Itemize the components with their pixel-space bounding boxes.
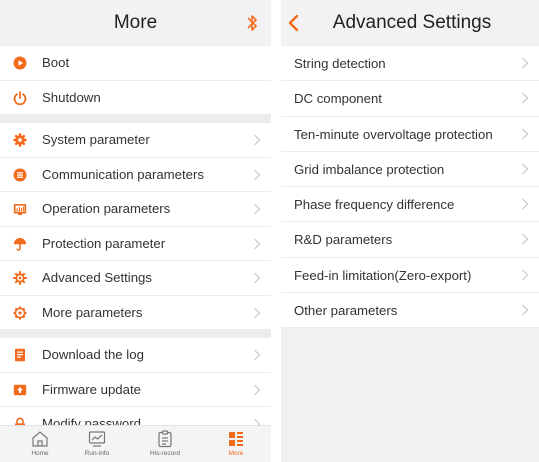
setting-item-r-d-parameters[interactable]: R&D parameters (281, 222, 539, 258)
chevron-right-icon (522, 163, 529, 175)
power-on-icon (13, 56, 27, 70)
chevron-right-icon (254, 238, 261, 249)
setting-item-label: Ten-minute overvoltage protection (294, 126, 493, 142)
chevron-right-icon (254, 349, 261, 361)
chevron-right-icon (254, 134, 261, 146)
tab-label: His-record (150, 450, 180, 457)
chevron-right-icon (254, 169, 261, 180)
more-title: More (113, 12, 158, 33)
clipboard-icon (158, 430, 172, 448)
menu-item-label: Boot (42, 55, 70, 70)
setting-item-label: Feed-in limitation(Zero-export) (294, 267, 472, 283)
chevron-right-icon (522, 128, 529, 140)
menu-item-label: Firmware update (42, 381, 141, 397)
more-header: More (0, 0, 271, 46)
chevron-right-icon (522, 304, 529, 316)
chevron-right-icon (254, 203, 261, 215)
more-menu-list: Boot Shutdown System parameter Communicatio… (0, 46, 271, 442)
firmware-icon (13, 384, 27, 395)
menu-item-communication-parameters[interactable]: Communication parameters (0, 157, 271, 192)
tab-home[interactable]: Home (18, 429, 62, 461)
tab-his-record[interactable]: His-record (143, 429, 187, 461)
umbrella-icon (13, 237, 27, 251)
setting-item-other-parameters[interactable]: Other parameters (281, 293, 539, 329)
menu-item-label: Operation parameters (42, 201, 171, 216)
chevron-right-icon (522, 198, 529, 210)
bottom-tab-bar: Home Run-info His-record More (0, 425, 271, 462)
setting-item-phase-frequency-difference[interactable]: Phase frequency difference (281, 187, 539, 223)
menu-item-operation-parameters[interactable]: Operation parameters (0, 192, 271, 227)
setting-item-label: Grid imbalance protection (294, 161, 445, 177)
tab-label: More (228, 450, 244, 457)
setting-item-label: DC component (294, 91, 382, 107)
menu-item-label: Download the log (42, 347, 144, 362)
setting-item-grid-imbalance-protection[interactable]: Grid imbalance protection (281, 151, 539, 188)
tab-more[interactable]: More (214, 429, 258, 461)
more-screen: More Boot Shutdown System parameter Communi… (0, 0, 271, 462)
menu-item-boot[interactable]: Boot (0, 46, 271, 81)
gear-outline-icon (13, 306, 27, 319)
chevron-right-icon (254, 307, 261, 318)
gear-icon (13, 133, 27, 147)
section-divider (0, 115, 271, 123)
setting-item-feed-in-limitation-zero-export[interactable]: Feed-in limitation(Zero-export) (281, 257, 539, 294)
advanced-title: Advanced Settings (332, 12, 492, 33)
menu-item-advanced-settings[interactable]: Advanced Settings (0, 261, 271, 296)
menu-item-firmware-update[interactable]: Firmware update (0, 372, 271, 407)
power-off-icon (13, 90, 27, 105)
chevron-right-icon (522, 269, 529, 281)
communication-icon (13, 168, 27, 181)
setting-item-label: Other parameters (294, 303, 398, 319)
menu-item-label: Advanced Settings (42, 270, 152, 285)
menu-item-protection-parameter[interactable]: Protection parameter (0, 226, 271, 261)
menu-item-label: Shutdown (42, 89, 101, 105)
tab-run-info[interactable]: Run-info (75, 429, 119, 461)
menu-item-label: More parameters (42, 304, 143, 320)
setting-item-label: String detection (294, 56, 386, 71)
advanced-settings-list: String detection DC component Ten-minute o… (281, 46, 539, 329)
setting-item-label: R&D parameters (294, 232, 393, 248)
menu-item-download-the-log[interactable]: Download the log (0, 338, 271, 373)
home-icon (32, 431, 48, 447)
tab-label: Run-info (84, 450, 110, 457)
tab-label: Home (31, 450, 49, 457)
setting-item-label: Phase frequency difference (294, 197, 455, 213)
chevron-right-icon (522, 57, 529, 69)
advanced-gear-icon (13, 271, 27, 285)
monitor-icon (88, 431, 106, 447)
menu-item-label: Communication parameters (42, 166, 204, 182)
chevron-right-icon (522, 92, 529, 104)
menu-item-more-parameters[interactable]: More parameters (0, 295, 271, 330)
chevron-right-icon (254, 272, 261, 284)
bluetooth-icon[interactable] (245, 13, 259, 33)
advanced-header: Advanced Settings (281, 0, 539, 46)
more-grid-icon (229, 432, 243, 446)
chevron-right-icon (522, 234, 529, 245)
menu-item-label: Protection parameter (42, 235, 166, 251)
setting-item-dc-component[interactable]: DC component (281, 81, 539, 117)
operation-icon (13, 204, 27, 215)
advanced-settings-screen: Advanced Settings String detection DC com… (281, 0, 539, 462)
setting-item-string-detection[interactable]: String detection (281, 46, 539, 82)
log-icon (15, 348, 25, 362)
menu-item-label: System parameter (42, 132, 150, 147)
menu-item-shutdown[interactable]: Shutdown (0, 80, 271, 115)
chevron-right-icon (254, 384, 261, 395)
menu-item-system-parameter[interactable]: System parameter (0, 123, 271, 158)
setting-item-ten-minute-overvoltage-protection[interactable]: Ten-minute overvoltage protection (281, 116, 539, 152)
section-divider (0, 330, 271, 338)
